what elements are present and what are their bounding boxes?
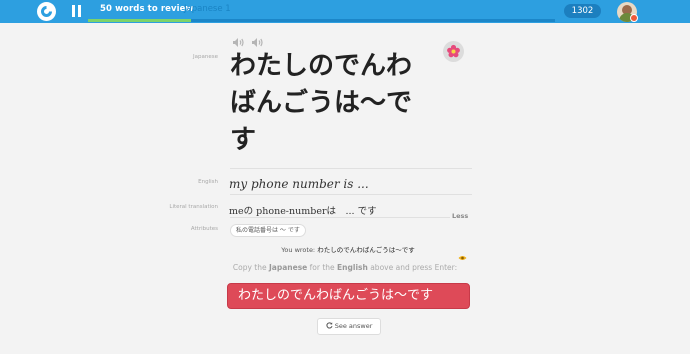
less-toggle-link[interactable]: Less (452, 212, 468, 220)
flower-mem-icon[interactable] (443, 41, 464, 62)
you-wrote-prefix: You wrote: (281, 246, 318, 254)
japanese-prompt: わたしのでんわばんごうは〜です (230, 51, 413, 155)
progress-bar-fill (88, 19, 191, 22)
literal-translation-label: Literal translation (169, 204, 218, 210)
instruction-part: Copy the (232, 263, 269, 272)
see-answer-button[interactable]: See answer (317, 318, 381, 335)
literal-translation: meの phone-numberは ... です (229, 206, 377, 217)
avatar-notification-badge (630, 14, 638, 22)
session-progress: 50 words to review Japanese 1 (88, 0, 555, 23)
answer-input[interactable]: わたしのでんわばんごうは〜です (227, 283, 470, 309)
instruction-text: Copy the Japanese for the English above … (190, 263, 500, 272)
progress-subtitle: Japanese 1 (184, 4, 231, 14)
score-badge: 1302 (564, 4, 601, 18)
divider (230, 194, 472, 195)
english-prompt: my phone number is ... (229, 177, 369, 191)
refresh-icon (326, 322, 335, 330)
instruction-part: above and press Enter: (367, 263, 458, 272)
source-language: Japanese (269, 263, 308, 272)
instruction-part: for the (307, 263, 338, 272)
see-answer-label: See answer (334, 322, 373, 330)
divider (230, 217, 450, 218)
progress-bar (88, 19, 555, 22)
you-wrote-line: You wrote: わたしのでんわばんごうは〜です (230, 244, 466, 254)
japanese-label: Japanese (193, 54, 218, 60)
you-wrote-value: わたしのでんわばんごうは〜です (317, 246, 415, 254)
pause-icon[interactable] (72, 5, 81, 17)
top-bar: 50 words to review Japanese 1 1302 (0, 0, 690, 23)
target-language: English (337, 263, 368, 272)
attribute-tag: 私の電話番号は 〜 です (230, 224, 306, 237)
memrise-logo-icon[interactable] (37, 2, 56, 21)
divider (230, 168, 472, 169)
english-label: English (198, 179, 218, 185)
attributes-label: Attributes (190, 226, 218, 232)
progress-title: 50 words to review (100, 4, 194, 14)
